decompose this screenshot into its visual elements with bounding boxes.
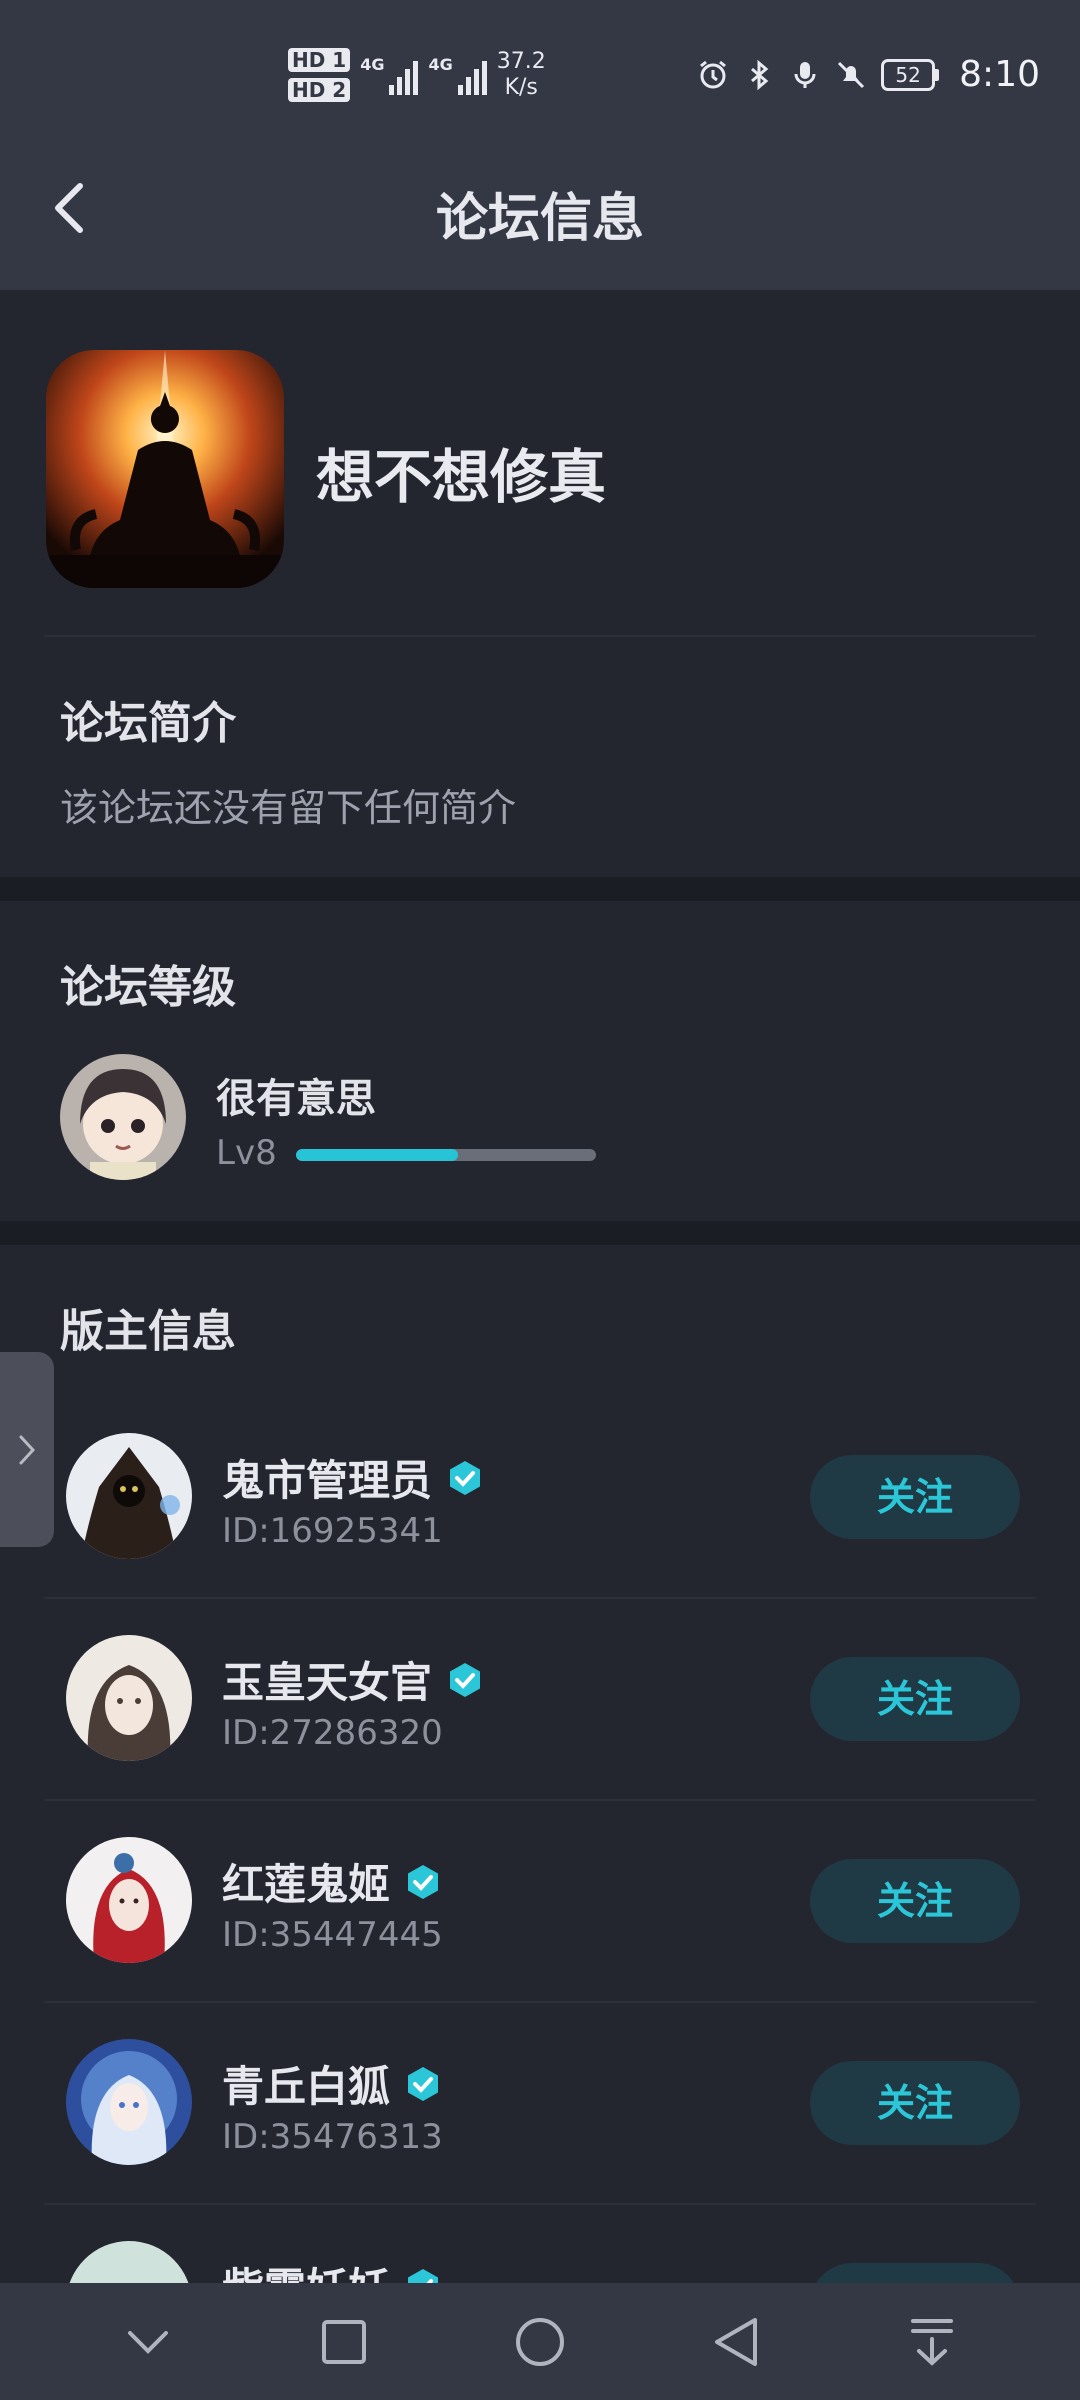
network1-label: 4G — [360, 55, 385, 74]
follow-button[interactable]: 关注 — [810, 1859, 1020, 1943]
verified-icon — [408, 2066, 439, 2101]
forum-header: 想不想修真 — [0, 290, 1080, 635]
nav-down-button[interactable] — [113, 2307, 183, 2377]
battery-icon: 52 — [881, 58, 940, 91]
follow-button[interactable]: 关注 — [810, 1455, 1020, 1539]
forum-name: 想不想修真 — [316, 443, 607, 511]
moderator-section: 版主信息 鬼市管理员 ID:16925341 关注 玉皇天女官 ID:27286… — [0, 1245, 1080, 2367]
mic-icon — [794, 61, 816, 88]
top-app-bar: 论坛信息 — [0, 140, 1080, 290]
moderator-name-wrap: 红莲鬼姬 — [222, 1851, 442, 1912]
moderator-id: ID:35447445 — [222, 1915, 443, 1955]
nav-back-button[interactable] — [701, 2307, 771, 2377]
intro-title: 论坛简介 — [60, 698, 236, 749]
sim2-label: HD 2 — [288, 78, 351, 102]
level-progress-fill — [296, 1149, 458, 1161]
signal-1-icon: 4G — [360, 55, 419, 95]
bluetooth-icon — [751, 59, 769, 90]
verified-icon — [408, 1864, 439, 1899]
verified-icon — [450, 1662, 481, 1697]
network-speed: 37.2 K/s — [497, 49, 546, 101]
moderator-title: 版主信息 — [60, 1306, 236, 1357]
moderator-row[interactable]: 玉皇天女官 ID:27286320 关注 — [0, 1597, 1080, 1799]
nav-square-icon — [322, 2319, 366, 2364]
system-navigation-bar — [0, 2283, 1080, 2400]
level-progress-bar — [296, 1149, 596, 1161]
verified-icon — [450, 1460, 481, 1495]
moderator-name-wrap: 玉皇天女官 — [222, 1649, 484, 1710]
nav-back-icon — [715, 2317, 757, 2366]
forum-level-section: 论坛等级 很有意思 Lv8 — [0, 901, 1080, 1221]
network2-label: 4G — [428, 55, 453, 74]
side-drawer-handle[interactable] — [0, 1352, 54, 1547]
forum-intro-section: 论坛简介 该论坛还没有留下任何简介 — [0, 637, 1080, 877]
nav-recents-button[interactable] — [309, 2307, 379, 2377]
moderator-row[interactable]: 青丘白狐 ID:35476313 关注 — [0, 2001, 1080, 2203]
section-gap — [0, 877, 1080, 901]
intro-text: 该论坛还没有留下任何简介 — [60, 786, 517, 830]
alarm-icon — [700, 60, 727, 88]
moderator-list: 鬼市管理员 ID:16925341 关注 玉皇天女官 ID:27286320 关… — [0, 1395, 1080, 2400]
moderator-avatar[interactable] — [66, 1433, 192, 1559]
nav-home-icon — [516, 2317, 564, 2366]
moderator-name-wrap: 青丘白狐 — [222, 2053, 442, 2114]
moderator-row[interactable]: 鬼市管理员 ID:16925341 关注 — [0, 1395, 1080, 1597]
moderator-id: ID:35476313 — [222, 2117, 443, 2157]
forum-icon-image[interactable] — [46, 350, 284, 588]
nav-notification-icon — [911, 2318, 953, 2366]
battery-level: 52 — [881, 58, 936, 91]
moderator-name: 玉皇天女官 — [222, 1658, 433, 1707]
level-title: 论坛等级 — [60, 962, 236, 1013]
signal-2-icon: 4G — [428, 55, 487, 95]
follow-button[interactable]: 关注 — [810, 2061, 1020, 2145]
level-label: Lv8 — [216, 1133, 277, 1173]
moderator-id: ID:27286320 — [222, 1713, 443, 1753]
moderator-name: 青丘白狐 — [222, 2062, 391, 2111]
chevron-right-icon — [19, 1435, 36, 1464]
level-avatar — [60, 1054, 186, 1180]
sim1-label: HD 1 — [288, 48, 351, 72]
moderator-name-wrap: 鬼市管理员 — [222, 1447, 484, 1508]
clock: 8:10 — [959, 54, 1040, 95]
moderator-avatar[interactable] — [66, 2039, 192, 2165]
speed-value: 37.2 — [496, 49, 546, 74]
main-content: 想不想修真 论坛简介 该论坛还没有留下任何简介 论坛等级 很有意思 Lv8 版主… — [0, 290, 1080, 2367]
status-left: HD 1 HD 2 4G 4G 37.2 K/s — [288, 48, 546, 102]
follow-button[interactable]: 关注 — [810, 1657, 1020, 1741]
nav-down-icon — [128, 2330, 168, 2354]
moderator-id: ID:16925341 — [222, 1511, 443, 1551]
mute-icon — [838, 61, 865, 88]
moderator-name: 红莲鬼姬 — [222, 1860, 391, 1909]
nav-home-button[interactable] — [505, 2307, 575, 2377]
page-title: 论坛信息 — [435, 189, 644, 249]
speed-unit: K/s — [504, 75, 538, 100]
moderator-name: 鬼市管理员 — [222, 1456, 433, 1505]
status-right: 52 8:10 — [697, 54, 1040, 95]
moderator-avatar[interactable] — [66, 1837, 192, 1963]
status-bar: HD 1 HD 2 4G 4G 37.2 K/s 52 8:10 — [0, 0, 1080, 140]
moderator-row[interactable]: 红莲鬼姬 ID:35447445 关注 — [0, 1799, 1080, 2001]
section-gap — [0, 1221, 1080, 1245]
moderator-avatar[interactable] — [66, 1635, 192, 1761]
sim-indicators: HD 1 HD 2 — [288, 48, 351, 102]
nav-notification-button[interactable] — [897, 2307, 967, 2377]
level-name: 很有意思 — [216, 1076, 376, 1122]
